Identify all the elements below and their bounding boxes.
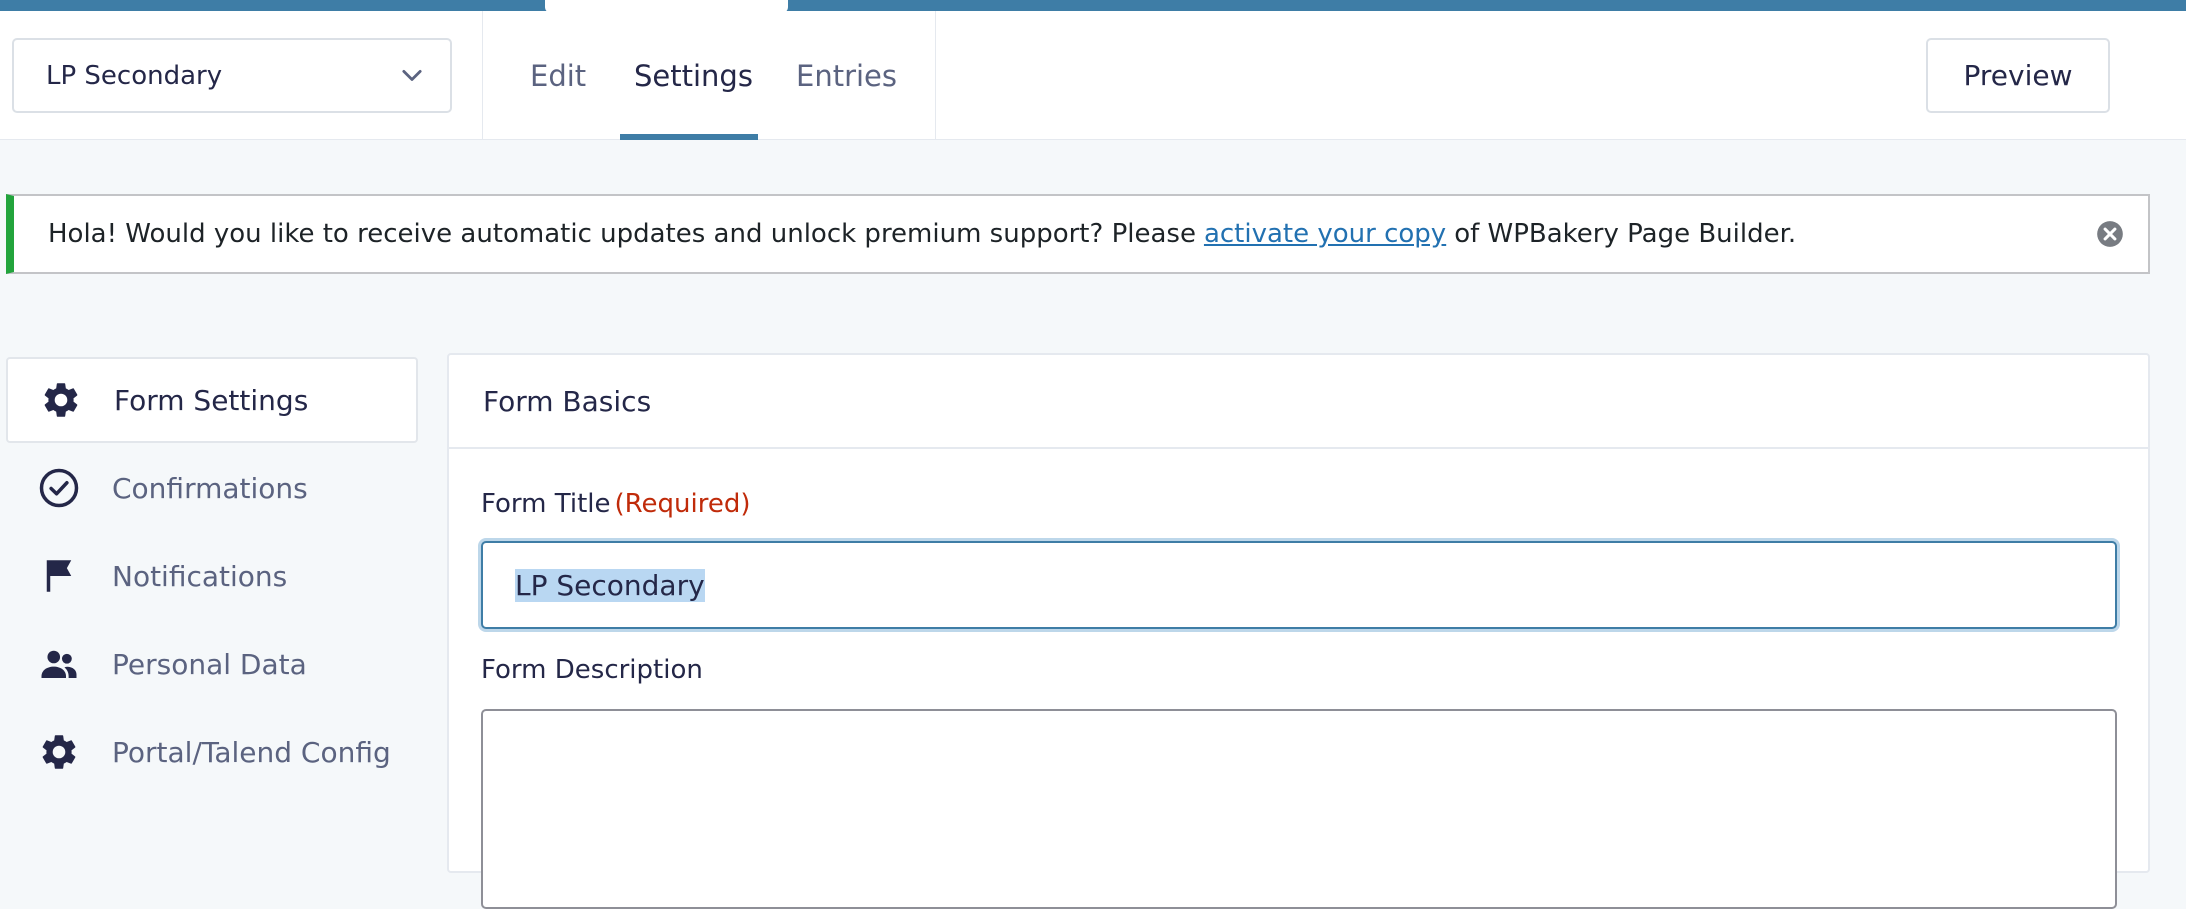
users-icon (41, 650, 77, 678)
flag-icon (46, 560, 72, 592)
tab-entries-label: Entries (796, 58, 898, 93)
top-accent-bar (0, 0, 2186, 11)
form-description-textarea[interactable] (481, 709, 2117, 909)
form-title-value: LP Secondary (515, 568, 705, 602)
sidebar-item-portal-talend-config[interactable]: Portal/Talend Config (6, 709, 418, 795)
check-circle-icon (39, 468, 79, 508)
required-indicator: (Required) (614, 489, 751, 519)
settings-sidebar: Form Settings Confirmations Notification… (6, 357, 418, 797)
notice-text-after: of WPBakery Page Builder. (1454, 219, 1797, 249)
tab-settings[interactable]: Settings (634, 11, 753, 140)
panel-title: Form Basics (449, 355, 2148, 449)
sidebar-item-label: Personal Data (112, 647, 307, 681)
form-description-label: Form Description (481, 655, 703, 685)
sidebar-item-label: Confirmations (112, 471, 308, 505)
sidebar-item-notifications[interactable]: Notifications (6, 533, 418, 619)
tab-edit-label: Edit (530, 58, 587, 93)
form-switcher-select[interactable]: LP Secondary (12, 38, 452, 113)
update-notice: Hola! Would you like to receive automati… (6, 194, 2150, 274)
sidebar-item-label: Notifications (112, 559, 288, 593)
header-divider (482, 11, 483, 140)
notice-text-before: Hola! Would you like to receive automati… (48, 219, 1196, 249)
close-icon[interactable] (2096, 220, 2124, 248)
sidebar-item-label: Form Settings (114, 383, 309, 417)
sidebar-item-personal-data[interactable]: Personal Data (6, 621, 418, 707)
form-title-label-text: Form Title (481, 489, 611, 519)
preview-button[interactable]: Preview (1926, 38, 2110, 113)
form-title-input[interactable]: LP Secondary (481, 541, 2117, 629)
form-editor-header: LP Secondary Edit Settings Entries Previ… (0, 11, 2186, 140)
sidebar-item-confirmations[interactable]: Confirmations (6, 445, 418, 531)
activate-copy-link[interactable]: activate your copy (1204, 219, 1446, 249)
tab-settings-label: Settings (634, 58, 753, 93)
header-divider (935, 11, 936, 140)
sidebar-item-label: Portal/Talend Config (112, 735, 391, 769)
tab-entries[interactable]: Entries (796, 11, 897, 140)
gear-icon (42, 735, 76, 769)
form-title-label: Form Title (Required) (481, 489, 751, 519)
chevron-down-icon (402, 69, 422, 81)
form-basics-panel: Form Basics Form Title (Required) LP Seco… (447, 353, 2150, 909)
active-tab-indicator (620, 134, 758, 140)
gear-icon (44, 383, 78, 417)
form-switcher-value: LP Secondary (46, 60, 223, 91)
tab-edit[interactable]: Edit (530, 11, 586, 140)
sidebar-item-form-settings[interactable]: Form Settings (6, 357, 418, 443)
